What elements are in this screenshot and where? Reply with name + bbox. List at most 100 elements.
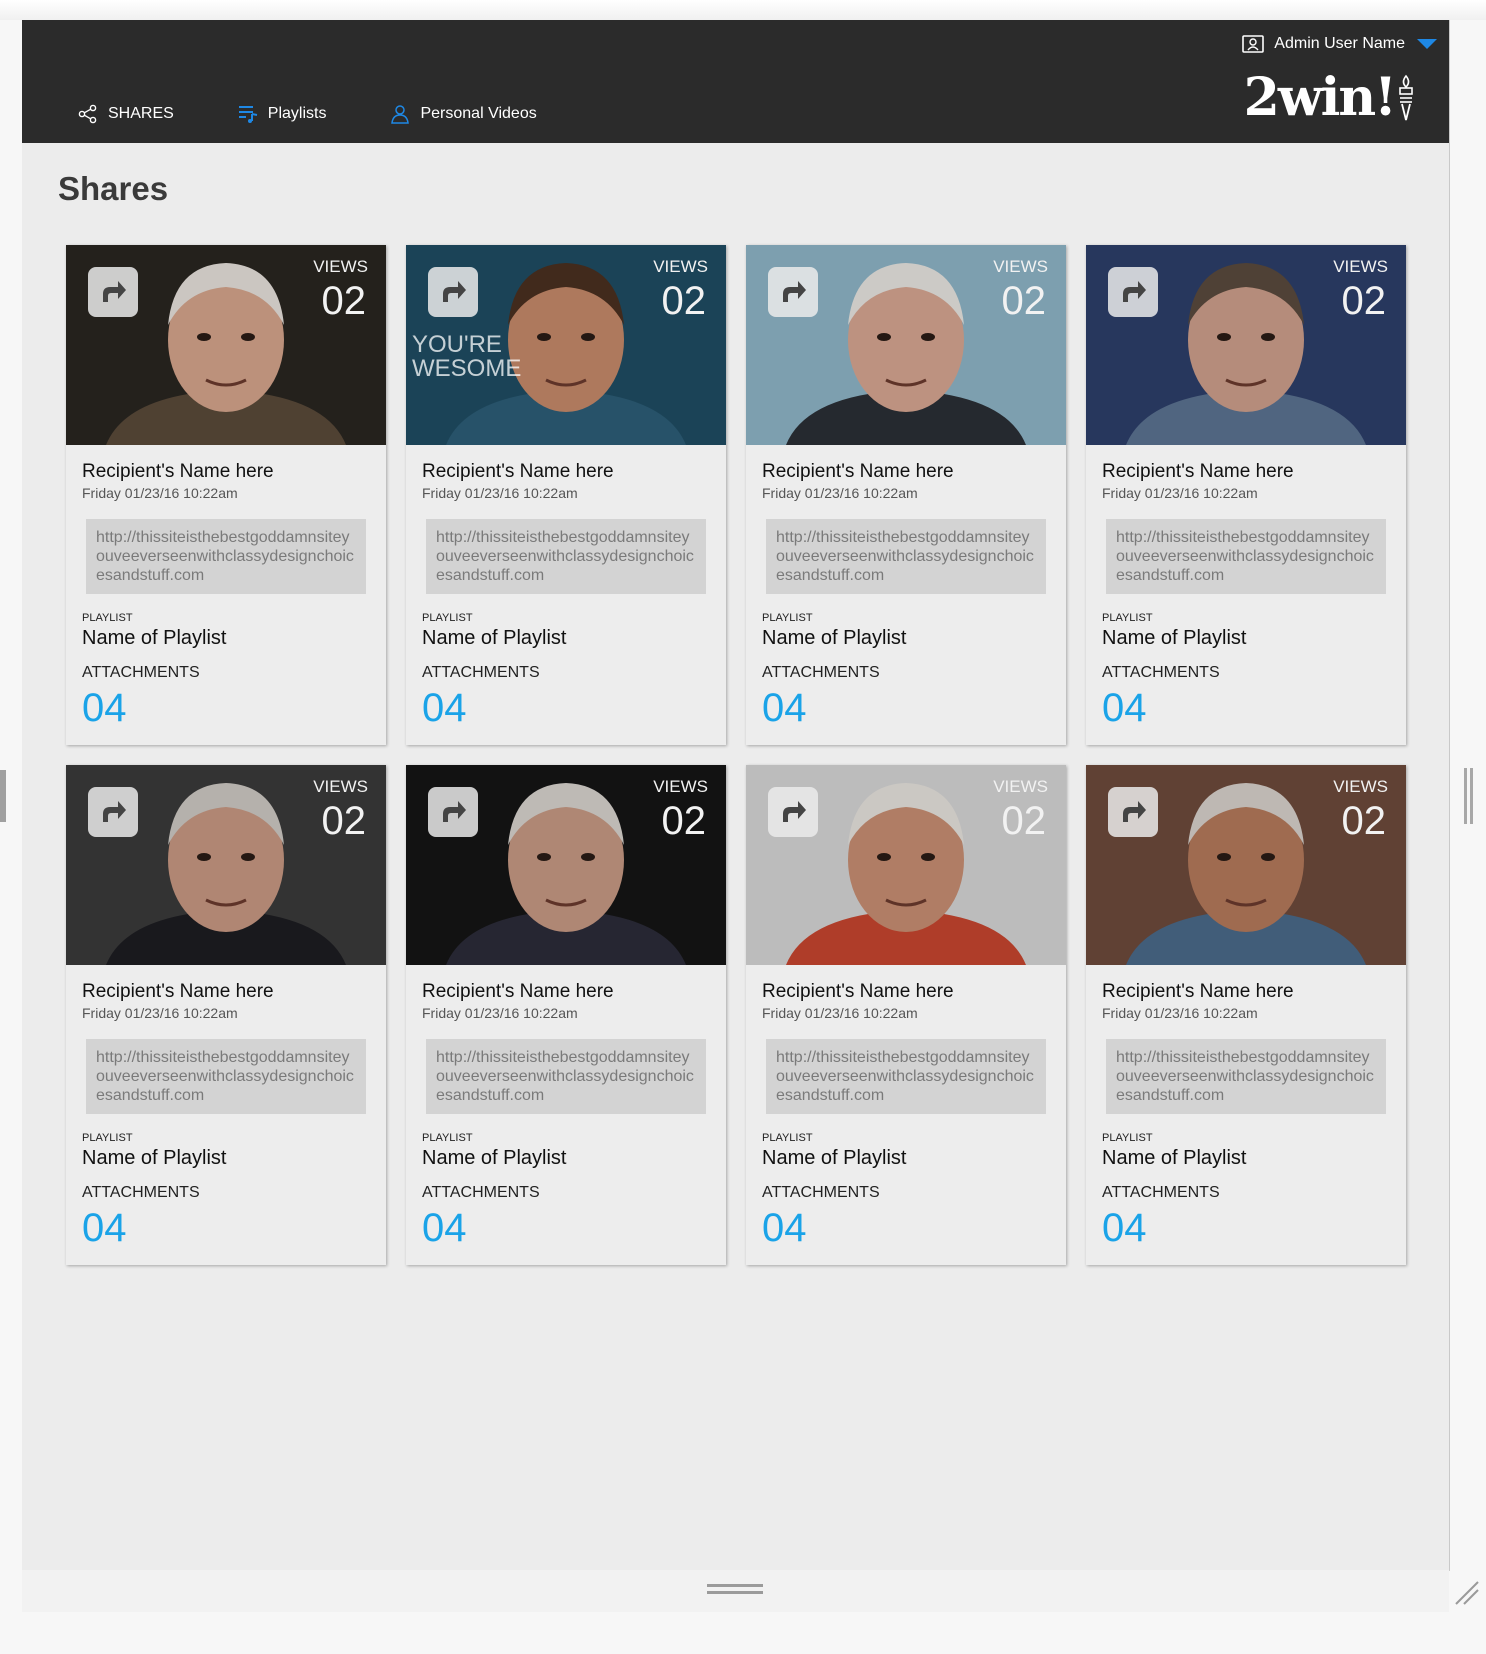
reshare-button[interactable]: [1108, 267, 1158, 317]
chevron-down-icon[interactable]: [1417, 39, 1437, 49]
share-card[interactable]: VIEWS 02 Recipient's Name here Friday 01…: [1086, 765, 1406, 1265]
share-url[interactable]: http://thissiteisthebestgoddamnsiteyouve…: [426, 519, 706, 594]
views-label: VIEWS: [313, 777, 368, 796]
share-url[interactable]: http://thissiteisthebestgoddamnsiteyouve…: [1106, 519, 1386, 594]
reshare-button[interactable]: [428, 267, 478, 317]
user-menu[interactable]: Admin User Name: [1242, 32, 1437, 56]
left-resize-handle[interactable]: [0, 770, 6, 822]
reshare-button[interactable]: [768, 787, 818, 837]
attachments-count: 04: [422, 686, 467, 730]
video-thumbnail[interactable]: YOU'RE WESOME VIEWS 02: [406, 245, 726, 445]
right-resize-handle[interactable]: [1464, 768, 1476, 824]
video-thumbnail[interactable]: VIEWS 02: [66, 245, 386, 445]
forward-arrow-icon: [1123, 281, 1146, 302]
video-thumbnail[interactable]: VIEWS 02: [66, 765, 386, 965]
views-count: 02: [1341, 279, 1387, 323]
share-url[interactable]: http://thissiteisthebestgoddamnsiteyouve…: [426, 1039, 706, 1114]
bottom-resize-handle[interactable]: [707, 1584, 763, 1596]
share-card[interactable]: YOU'RE WESOME VIEWS 02 Recipient's Name …: [406, 245, 726, 745]
views-label: VIEWS: [1333, 257, 1388, 276]
views-count: 02: [661, 799, 707, 843]
attachments-count: 04: [1102, 686, 1147, 730]
share-url[interactable]: http://thissiteisthebestgoddamnsiteyouve…: [766, 519, 1046, 594]
header-bar: Admin User Name SHARES Playlists Persona…: [22, 20, 1449, 143]
playlist-name[interactable]: Name of Playlist: [762, 1147, 1050, 1170]
playlist-icon: [238, 106, 257, 123]
recipient-name: Recipient's Name here: [762, 981, 954, 1002]
reshare-button[interactable]: [1108, 787, 1158, 837]
person-icon: [391, 105, 410, 124]
reshare-button[interactable]: [428, 787, 478, 837]
reshare-button[interactable]: [768, 267, 818, 317]
views-label: VIEWS: [653, 777, 708, 796]
playlist-name[interactable]: Name of Playlist: [422, 627, 710, 650]
share-card[interactable]: VIEWS 02 Recipient's Name here Friday 01…: [746, 245, 1066, 745]
playlist-label: PLAYLIST: [762, 612, 813, 624]
recipient-name: Recipient's Name here: [1102, 461, 1294, 482]
video-thumbnail[interactable]: VIEWS 02: [746, 245, 1066, 445]
views-label: VIEWS: [1333, 777, 1388, 796]
forward-arrow-icon: [783, 281, 806, 302]
share-date: Friday 01/23/16 10:22am: [762, 1005, 918, 1021]
playlist-name[interactable]: Name of Playlist: [762, 627, 1050, 650]
recipient-name: Recipient's Name here: [82, 981, 274, 1002]
views-count: 02: [661, 279, 707, 323]
page-title: Shares: [58, 170, 169, 207]
video-thumbnail[interactable]: VIEWS 02: [1086, 245, 1406, 445]
forward-arrow-icon: [103, 281, 126, 302]
video-thumbnail[interactable]: VIEWS 02: [406, 765, 726, 965]
attachments-label: ATTACHMENTS: [762, 664, 880, 681]
share-url[interactable]: http://thissiteisthebestgoddamnsiteyouve…: [766, 1039, 1046, 1114]
share-url[interactable]: http://thissiteisthebestgoddamnsiteyouve…: [1106, 1039, 1386, 1114]
nav-item-personal-videos[interactable]: Personal Videos: [390, 104, 537, 124]
forward-arrow-icon: [103, 801, 126, 822]
attachments-count: 04: [82, 686, 127, 730]
views-count: 02: [321, 799, 367, 843]
share-icon: [78, 104, 97, 124]
share-card[interactable]: VIEWS 02 Recipient's Name here Friday 01…: [1086, 245, 1406, 745]
share-card[interactable]: VIEWS 02 Recipient's Name here Friday 01…: [66, 245, 386, 745]
playlist-label: PLAYLIST: [1102, 1132, 1153, 1144]
views-count: 02: [1341, 799, 1387, 843]
attachments-label: ATTACHMENTS: [1102, 664, 1220, 681]
attachments-label: ATTACHMENTS: [82, 664, 200, 681]
share-url[interactable]: http://thissiteisthebestgoddamnsiteyouve…: [86, 1039, 366, 1114]
reshare-button[interactable]: [88, 267, 138, 317]
playlist-name[interactable]: Name of Playlist: [82, 627, 370, 650]
playlist-name[interactable]: Name of Playlist: [1102, 1147, 1390, 1170]
playlist-name[interactable]: Name of Playlist: [1102, 627, 1390, 650]
playlist-label: PLAYLIST: [1102, 612, 1153, 624]
forward-arrow-icon: [443, 281, 466, 302]
attachments-label: ATTACHMENTS: [762, 1184, 880, 1201]
brand-logo[interactable]: 2win!: [1244, 72, 1415, 124]
playlist-label: PLAYLIST: [82, 1132, 133, 1144]
torch-icon: [1399, 74, 1413, 121]
share-date: Friday 01/23/16 10:22am: [422, 485, 578, 501]
nav-item-shares[interactable]: SHARES: [78, 104, 174, 124]
playlist-name[interactable]: Name of Playlist: [82, 1147, 370, 1170]
views-count: 02: [321, 279, 367, 323]
share-card[interactable]: VIEWS 02 Recipient's Name here Friday 01…: [66, 765, 386, 1265]
nav-item-playlists[interactable]: Playlists: [238, 104, 327, 124]
main-nav: SHARES Playlists Personal Videos: [78, 104, 601, 124]
share-card[interactable]: VIEWS 02 Recipient's Name here Friday 01…: [406, 765, 726, 1265]
app-window: Admin User Name SHARES Playlists Persona…: [22, 20, 1450, 1571]
video-thumbnail[interactable]: VIEWS 02: [1086, 765, 1406, 965]
logo-text: 2win!: [1243, 67, 1397, 128]
video-thumbnail[interactable]: VIEWS 02: [746, 765, 1066, 965]
nav-label-playlists: Playlists: [267, 105, 327, 122]
playlist-name[interactable]: Name of Playlist: [422, 1147, 710, 1170]
corner-resize-icon[interactable]: [1452, 1578, 1480, 1606]
playlist-label: PLAYLIST: [82, 612, 133, 624]
views-count: 02: [1001, 279, 1047, 323]
image-caption: YOU'RE WESOME: [412, 331, 522, 382]
share-date: Friday 01/23/16 10:22am: [762, 485, 918, 501]
forward-arrow-icon: [783, 801, 806, 822]
share-date: Friday 01/23/16 10:22am: [82, 485, 238, 501]
share-card[interactable]: VIEWS 02 Recipient's Name here Friday 01…: [746, 765, 1066, 1265]
reshare-button[interactable]: [88, 787, 138, 837]
playlist-label: PLAYLIST: [422, 1132, 473, 1144]
views-label: VIEWS: [653, 257, 708, 276]
views-count: 02: [1001, 799, 1047, 843]
share-url[interactable]: http://thissiteisthebestgoddamnsiteyouve…: [86, 519, 366, 594]
